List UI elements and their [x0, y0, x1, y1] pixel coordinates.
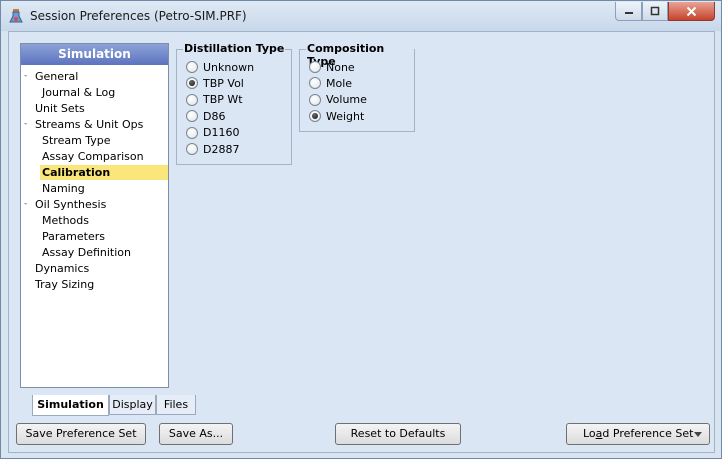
load-preference-set-button[interactable]: Load Preference Set: [566, 423, 710, 445]
save-as-label: Save As...: [168, 427, 224, 440]
radio-button-icon[interactable]: [309, 61, 321, 73]
tab-simulation-label: Simulation: [37, 398, 104, 411]
radio-button-icon[interactable]: [186, 110, 198, 123]
radio-label: TBP Vol: [203, 76, 244, 90]
tree-item-oil-synthesis[interactable]: Oil Synthesis: [33, 197, 110, 212]
tree-item-tray-sizing[interactable]: Tray Sizing: [33, 277, 98, 292]
tab-display-label: Display: [112, 398, 153, 411]
distillation-type-group: Distillation Type Unknown TBP Vol TBP Wt D8…: [176, 42, 292, 165]
load-preference-set-label: Load Preference Set: [583, 427, 694, 440]
tree-item-unit-sets[interactable]: Unit Sets: [33, 101, 89, 116]
tree-expander-icon[interactable]: -: [24, 197, 33, 212]
maximize-icon: [650, 6, 660, 16]
radio-button-icon[interactable]: [186, 61, 198, 73]
app-flask-icon: [9, 9, 23, 23]
navigation-tree: Simulation - General Journal & Log Unit Set…: [20, 43, 169, 388]
radio-button-icon[interactable]: [309, 93, 321, 106]
save-preference-set-button[interactable]: Save Preference Set: [16, 423, 146, 445]
title-bar[interactable]: Session Preferences (Petro-SIM.PRF): [1, 1, 721, 31]
maximize-button[interactable]: [642, 2, 668, 21]
radio-label: Mole: [326, 76, 353, 90]
distillation-option-tbp-vol[interactable]: TBP Vol: [186, 75, 244, 91]
radio-label: D1160: [203, 126, 240, 140]
tree-expander-icon[interactable]: -: [24, 69, 33, 84]
tree-item-journal-log[interactable]: Journal & Log: [40, 85, 119, 100]
composition-option-mole[interactable]: Mole: [309, 75, 352, 91]
reset-to-defaults-button[interactable]: Reset to Defaults: [335, 423, 461, 445]
close-icon: [686, 6, 697, 16]
tree-item-parameters[interactable]: Parameters: [40, 229, 109, 244]
distillation-option-tbp-wt[interactable]: TBP Wt: [186, 92, 243, 108]
tree-item-calibration[interactable]: Calibration: [40, 165, 168, 180]
radio-label: D86: [203, 109, 226, 123]
tree-item-assay-definition[interactable]: Assay Definition: [40, 245, 135, 260]
radio-button-icon[interactable]: [186, 143, 198, 155]
radio-button-icon[interactable]: [186, 77, 198, 90]
radio-button-icon[interactable]: [186, 93, 198, 106]
tree-item-streams-unit-ops[interactable]: Streams & Unit Ops: [33, 117, 147, 132]
radio-label: Volume: [326, 93, 367, 107]
tab-files[interactable]: Files: [156, 395, 196, 415]
composition-option-volume[interactable]: Volume: [309, 92, 367, 108]
window-title: Session Preferences (Petro-SIM.PRF): [30, 9, 247, 23]
tree-item-general[interactable]: General: [33, 69, 82, 84]
tree-item-assay-comparison[interactable]: Assay Comparison: [40, 149, 148, 164]
radio-label: None: [326, 60, 355, 74]
tree-expander-icon[interactable]: -: [24, 117, 33, 132]
composition-option-none[interactable]: None: [309, 59, 355, 75]
reset-to-defaults-label: Reset to Defaults: [350, 427, 446, 440]
save-as-button[interactable]: Save As...: [159, 423, 233, 445]
session-preferences-window: Session Preferences (Petro-SIM.PRF) Simu…: [0, 0, 722, 459]
composition-option-weight[interactable]: Weight: [309, 108, 364, 124]
minimize-icon: [624, 12, 633, 14]
distillation-type-title: Distillation Type: [183, 42, 286, 55]
radio-button-icon[interactable]: [186, 126, 198, 139]
preferences-client-area: Simulation - General Journal & Log Unit Set…: [8, 31, 715, 453]
minimize-button[interactable]: [615, 2, 642, 21]
distillation-option-unknown[interactable]: Unknown: [186, 59, 254, 75]
distillation-option-d86[interactable]: D86: [186, 108, 225, 124]
tab-simulation[interactable]: Simulation: [32, 395, 109, 416]
radio-label: Unknown: [203, 60, 255, 74]
distillation-option-d1160[interactable]: D1160: [186, 125, 239, 141]
tree-header: Simulation: [21, 44, 168, 65]
close-button[interactable]: [668, 2, 715, 21]
radio-label: D2887: [203, 142, 240, 156]
save-preference-set-label: Save Preference Set: [25, 427, 137, 440]
tree-item-stream-type[interactable]: Stream Type: [40, 133, 115, 148]
tree-item-methods[interactable]: Methods: [40, 213, 93, 228]
chevron-down-icon: [694, 432, 702, 437]
tab-display[interactable]: Display: [109, 395, 156, 415]
tree-item-dynamics[interactable]: Dynamics: [33, 261, 93, 276]
radio-label: TBP Wt: [203, 93, 243, 107]
tab-files-label: Files: [163, 398, 189, 411]
distillation-option-d2887[interactable]: D2887: [186, 141, 239, 157]
radio-button-icon[interactable]: [309, 110, 321, 123]
tree-item-naming[interactable]: Naming: [40, 181, 89, 196]
radio-button-icon[interactable]: [309, 77, 321, 90]
radio-label: Weight: [326, 109, 365, 123]
composition-type-group: Composition Type None Mole Volume Weight: [299, 42, 415, 132]
